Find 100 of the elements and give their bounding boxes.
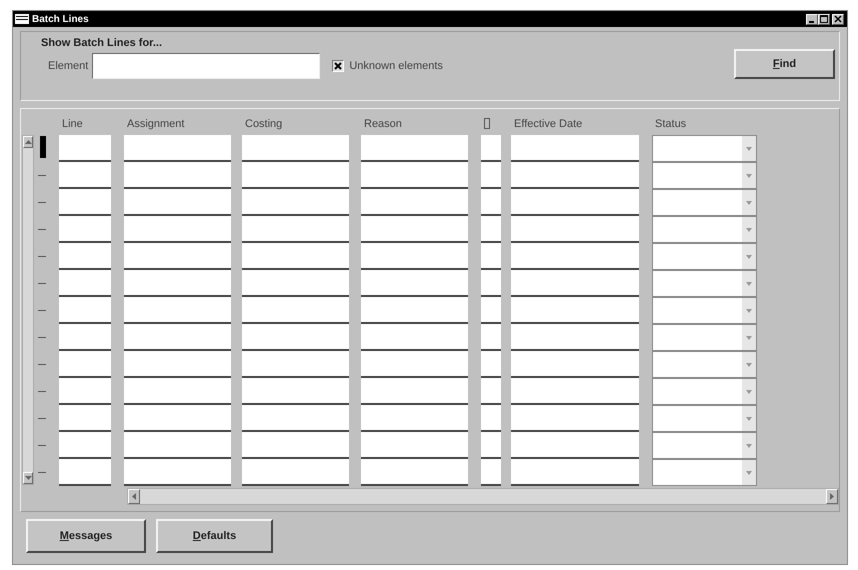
date-field[interactable]	[511, 432, 639, 459]
checkbox[interactable]	[332, 60, 344, 72]
reason-field[interactable]	[361, 432, 468, 459]
reason-field[interactable]	[361, 324, 468, 351]
status-dropdown[interactable]	[652, 432, 757, 459]
costing-field[interactable]	[242, 378, 349, 405]
line-field[interactable]	[59, 270, 111, 297]
action-button[interactable]: Messages	[26, 519, 146, 553]
line-field[interactable]	[59, 405, 111, 432]
costing-field[interactable]	[242, 432, 349, 459]
assignment-field[interactable]	[124, 351, 231, 378]
status-dropdown[interactable]	[652, 243, 757, 270]
status-dropdown[interactable]	[652, 459, 757, 486]
flag-field[interactable]	[481, 297, 501, 324]
flag-field[interactable]	[481, 432, 501, 459]
date-field[interactable]	[511, 135, 639, 162]
flag-field[interactable]	[481, 405, 501, 432]
date-field[interactable]	[511, 297, 639, 324]
reason-field[interactable]	[361, 270, 468, 297]
reason-field[interactable]	[361, 135, 468, 162]
status-dropdown[interactable]	[652, 297, 757, 324]
date-field[interactable]	[511, 459, 639, 486]
date-field[interactable]	[511, 270, 639, 297]
line-field[interactable]	[59, 162, 111, 189]
action-button[interactable]: Defaults	[156, 519, 273, 553]
costing-field[interactable]	[242, 459, 349, 486]
assignment-field[interactable]	[124, 297, 231, 324]
assignment-field[interactable]	[124, 216, 231, 243]
flag-field[interactable]	[481, 189, 501, 216]
date-field[interactable]	[511, 216, 639, 243]
reason-field[interactable]	[361, 216, 468, 243]
vertical-scrollbar[interactable]	[22, 135, 34, 485]
date-field[interactable]	[511, 243, 639, 270]
costing-field[interactable]	[242, 324, 349, 351]
line-field[interactable]	[59, 189, 111, 216]
reason-field[interactable]	[361, 189, 468, 216]
status-dropdown[interactable]	[652, 189, 757, 216]
flag-field[interactable]	[481, 459, 501, 486]
flag-field[interactable]	[481, 216, 501, 243]
assignment-field[interactable]	[124, 189, 231, 216]
flag-field[interactable]	[481, 351, 501, 378]
date-field[interactable]	[511, 162, 639, 189]
date-field[interactable]	[511, 189, 639, 216]
line-field[interactable]	[59, 432, 111, 459]
reason-field[interactable]	[361, 405, 468, 432]
status-dropdown[interactable]	[652, 162, 757, 189]
line-field[interactable]	[59, 216, 111, 243]
status-dropdown[interactable]	[652, 405, 757, 432]
line-field[interactable]	[59, 243, 111, 270]
line-field[interactable]	[59, 135, 111, 162]
flag-field[interactable]	[481, 378, 501, 405]
costing-field[interactable]	[242, 135, 349, 162]
assignment-field[interactable]	[124, 432, 231, 459]
status-dropdown[interactable]	[652, 351, 757, 378]
element-field[interactable]	[92, 53, 320, 79]
scroll-left-button[interactable]	[128, 489, 140, 504]
costing-field[interactable]	[242, 189, 349, 216]
close-button[interactable]	[832, 14, 844, 24]
flag-field[interactable]	[481, 162, 501, 189]
costing-field[interactable]	[242, 351, 349, 378]
costing-field[interactable]	[242, 216, 349, 243]
status-dropdown[interactable]	[652, 324, 757, 351]
assignment-field[interactable]	[124, 243, 231, 270]
minimize-button[interactable]	[806, 14, 818, 24]
reason-field[interactable]	[361, 378, 468, 405]
costing-field[interactable]	[242, 405, 349, 432]
line-field[interactable]	[59, 459, 111, 486]
costing-field[interactable]	[242, 297, 349, 324]
maximize-button[interactable]	[818, 14, 830, 24]
scroll-down-button[interactable]	[23, 472, 33, 484]
line-field[interactable]	[59, 351, 111, 378]
date-field[interactable]	[511, 324, 639, 351]
costing-field[interactable]	[242, 270, 349, 297]
assignment-field[interactable]	[124, 135, 231, 162]
date-field[interactable]	[511, 351, 639, 378]
reason-field[interactable]	[361, 459, 468, 486]
assignment-field[interactable]	[124, 270, 231, 297]
assignment-field[interactable]	[124, 378, 231, 405]
reason-field[interactable]	[361, 351, 468, 378]
assignment-field[interactable]	[124, 324, 231, 351]
scroll-right-button[interactable]	[826, 489, 838, 504]
status-dropdown[interactable]	[652, 135, 757, 162]
find-button[interactable]: Find	[734, 49, 835, 79]
flag-field[interactable]	[481, 135, 501, 162]
flag-field[interactable]	[481, 270, 501, 297]
window-menu-icon[interactable]	[15, 14, 29, 24]
line-field[interactable]	[59, 378, 111, 405]
horizontal-scrollbar[interactable]	[127, 488, 839, 505]
flag-field[interactable]	[481, 243, 501, 270]
status-dropdown[interactable]	[652, 270, 757, 297]
costing-field[interactable]	[242, 243, 349, 270]
date-field[interactable]	[511, 405, 639, 432]
costing-field[interactable]	[242, 162, 349, 189]
line-field[interactable]	[59, 324, 111, 351]
status-dropdown[interactable]	[652, 378, 757, 405]
scroll-up-button[interactable]	[23, 136, 33, 148]
date-field[interactable]	[511, 378, 639, 405]
status-dropdown[interactable]	[652, 216, 757, 243]
assignment-field[interactable]	[124, 459, 231, 486]
reason-field[interactable]	[361, 162, 468, 189]
